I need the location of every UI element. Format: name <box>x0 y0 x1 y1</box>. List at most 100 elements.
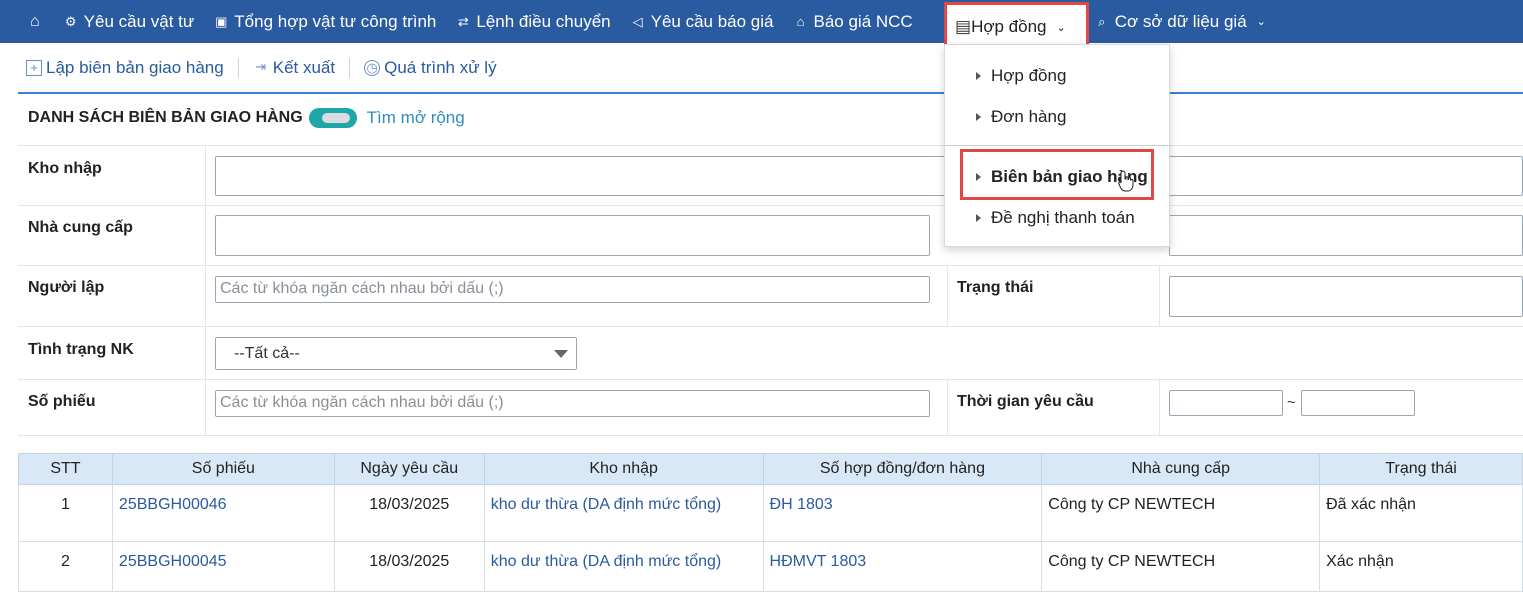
import-status-value: --Tất cả-- <box>234 345 300 362</box>
filter-row: Người lập Các từ khóa ngăn cách nhau bởi… <box>18 266 1523 327</box>
supplier-input[interactable] <box>215 215 930 256</box>
filter-row: Nhà cung cấp <box>18 206 1523 266</box>
supplier-name: Công ty CP NEWTECH <box>1041 484 1321 542</box>
column-header[interactable]: Trạng thái <box>1319 453 1523 485</box>
nav-item-supplier-quote[interactable]: ⌂ Báo giá NCC <box>784 0 923 43</box>
warehouse-link[interactable]: kho dư thừa (DA định mức tổng) <box>491 553 721 570</box>
menu-item-contract[interactable]: Hợp đồng <box>945 61 1171 91</box>
import-status-label: Tình trạng NK <box>28 341 134 358</box>
nav-item-label: Yêu cầu vật tư <box>83 11 195 31</box>
image-icon: ▣ <box>215 13 228 29</box>
nav-item-label: Yêu cầu báo giá <box>650 11 774 31</box>
toolbar-divider-line <box>18 92 1523 94</box>
plus-box-icon: + <box>26 60 42 76</box>
delivery-report-table: STT Số phiếu Ngày yêu cầu Kho nhập Số hợ… <box>18 453 1523 592</box>
menu-item-payment-request[interactable]: Đề nghị thanh toán <box>945 203 1171 233</box>
row-index: 2 <box>18 541 113 592</box>
status-input[interactable] <box>1169 276 1523 317</box>
chevron-down-icon: ⌄ <box>1256 16 1266 28</box>
chevron-down-icon: ⌄ <box>1056 21 1066 34</box>
ticket-link[interactable]: 25BBGH00046 <box>119 496 227 513</box>
nav-item-label: Hợp đồng <box>971 17 1047 36</box>
megaphone-icon: ◁ <box>632 13 643 29</box>
menu-divider <box>945 145 1171 146</box>
advanced-search-toggle[interactable] <box>308 108 357 128</box>
request-date-to[interactable] <box>1301 390 1415 416</box>
extra-filter-input[interactable] <box>1169 215 1523 256</box>
nav-item-quote-request[interactable]: ◁ Yêu cầu báo giá <box>621 0 784 43</box>
column-header[interactable]: Ngày yêu cầu <box>333 453 485 485</box>
warehouse-input[interactable] <box>215 156 1523 196</box>
contract-link[interactable]: ĐH 1803 <box>770 496 833 513</box>
document-icon: ▤ <box>955 17 972 36</box>
ticket-link[interactable]: 25BBGH00045 <box>119 553 227 570</box>
transfer-icon: ⇄ <box>457 13 469 29</box>
column-header[interactable]: Số phiếu <box>111 453 335 485</box>
date-range-separator: ~ <box>1287 394 1296 411</box>
contract-link[interactable]: HĐMVT 1803 <box>770 553 867 570</box>
column-header[interactable]: Nhà cung cấp <box>1041 453 1321 485</box>
export-icon: ⇥ <box>255 59 267 74</box>
warehouse-link[interactable]: kho dư thừa (DA định mức tổng) <box>491 496 721 513</box>
supplier-name: Công ty CP NEWTECH <box>1041 541 1321 592</box>
filter-row: Kho nhập <box>18 146 1523 206</box>
status-label: Trạng thái <box>957 279 1034 296</box>
nav-item-transfer-order[interactable]: ⇄ Lệnh điều chuyển <box>446 0 620 43</box>
toolbar: + Lập biên bản giao hàng ⇥ Kết xuất ◷ Qu… <box>26 58 497 78</box>
column-header[interactable]: STT <box>18 453 113 485</box>
building-icon: ⌂ <box>796 13 805 29</box>
nav-item-price-database[interactable]: ⌕ Cơ sở dữ liệu giá ⌄ <box>1085 0 1276 43</box>
supplier-label: Nhà cung cấp <box>28 219 133 236</box>
status-text: Đã xác nhận <box>1319 484 1523 542</box>
contract-dropdown-menu: Hợp đồng Đơn hàng Biên bản giao hàng Đề … <box>944 44 1171 247</box>
top-navigation: ⌂ ⚙ Yêu cầu vật tư ▣ Tổng hợp vật tư côn… <box>0 0 1523 43</box>
request-date: 18/03/2025 <box>333 541 485 592</box>
export-button[interactable]: ⇥ Kết xuất <box>253 58 335 78</box>
export-label: Kết xuất <box>272 58 336 77</box>
column-header[interactable]: Kho nhập <box>483 453 764 485</box>
history-label: Quá trình xử lý <box>384 58 497 77</box>
clock-icon: ◷ <box>364 60 381 76</box>
database-search-icon: ⌕ <box>1098 13 1106 29</box>
ticket-number-label: Số phiếu <box>28 393 96 410</box>
creator-input[interactable]: Các từ khóa ngăn cách nhau bởi dấu (;) <box>215 276 930 303</box>
page-title: DANH SÁCH BIÊN BẢN GIAO HÀNG <box>28 109 303 126</box>
chevron-down-icon <box>554 350 568 358</box>
caret-right-icon <box>976 113 981 121</box>
list-heading: DANH SÁCH BIÊN BẢN GIAO HÀNG Tìm mở rộng <box>28 108 465 128</box>
create-label: Lập biên bản giao hàng <box>46 58 224 77</box>
request-time-label: Thời gian yêu cầu <box>957 393 1094 410</box>
filter-form: Kho nhập Nhà cung cấp Người lập Các từ k… <box>18 145 1523 436</box>
menu-item-label: Đơn hàng <box>991 107 1067 126</box>
warehouse-label: Kho nhập <box>28 160 102 177</box>
row-index: 1 <box>18 484 113 542</box>
toolbar-divider <box>237 58 239 78</box>
menu-item-label: Hợp đồng <box>991 66 1067 85</box>
create-delivery-report-button[interactable]: + Lập biên bản giao hàng <box>26 58 224 78</box>
nav-item-label: Báo giá NCC <box>813 11 913 31</box>
filter-row: Tình trạng NK --Tất cả-- <box>18 327 1523 380</box>
import-status-select[interactable]: --Tất cả-- <box>215 337 577 370</box>
settings-icon: ⚙ <box>64 13 77 29</box>
menu-item-order[interactable]: Đơn hàng <box>945 102 1171 132</box>
nav-item-label: Tổng hợp vật tư công trình <box>234 11 437 31</box>
expand-search-link[interactable]: Tìm mở rộng <box>367 108 465 128</box>
home-icon[interactable]: ⌂ <box>0 0 54 43</box>
nav-item-material-summary[interactable]: ▣ Tổng hợp vật tư công trình <box>204 0 446 43</box>
status-text: Xác nhận <box>1319 541 1523 592</box>
caret-right-icon <box>976 72 981 80</box>
nav-item-label: Lệnh điều chuyển <box>476 11 611 31</box>
request-date-from[interactable] <box>1169 390 1283 416</box>
creator-label: Người lập <box>28 279 105 296</box>
table-row[interactable]: 2 25BBGH00045 18/03/2025 kho dư thừa (DA… <box>18 541 1523 592</box>
nav-item-material-request[interactable]: ⚙ Yêu cầu vật tư <box>54 0 205 43</box>
toolbar-divider <box>349 58 351 78</box>
filter-row: Số phiếu Các từ khóa ngăn cách nhau bởi … <box>18 380 1523 436</box>
process-history-button[interactable]: ◷ Quá trình xử lý <box>364 58 497 78</box>
column-header[interactable]: Số hợp đồng/đơn hàng <box>762 453 1043 485</box>
ticket-number-input[interactable]: Các từ khóa ngăn cách nhau bởi dấu (;) <box>215 390 930 417</box>
menu-item-label: Đề nghị thanh toán <box>991 208 1135 227</box>
table-header-row: STT Số phiếu Ngày yêu cầu Kho nhập Số hợ… <box>18 453 1523 485</box>
caret-right-icon <box>976 214 981 222</box>
table-row[interactable]: 1 25BBGH00046 18/03/2025 kho dư thừa (DA… <box>18 484 1523 542</box>
